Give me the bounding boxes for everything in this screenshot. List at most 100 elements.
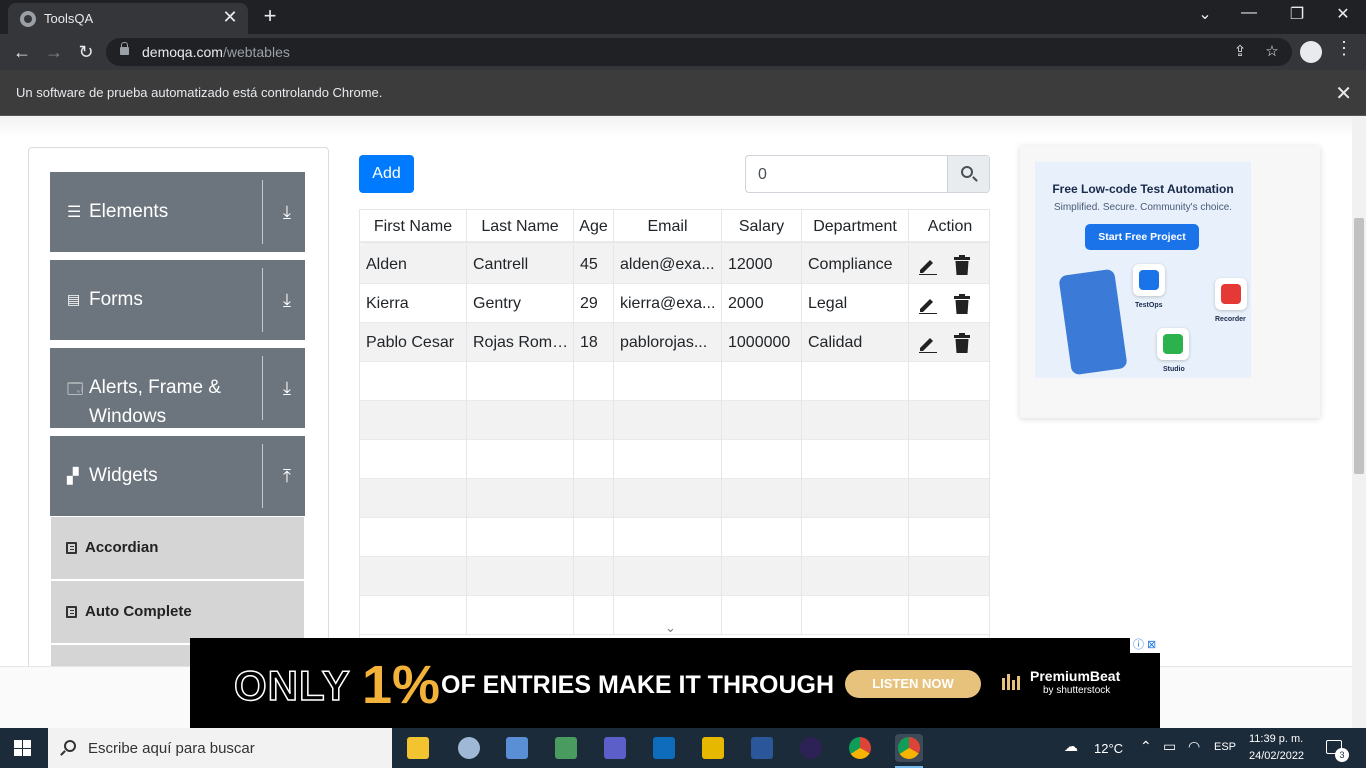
table-cell-last: Gentry: [467, 284, 574, 323]
infobar-close-icon[interactable]: ✕: [1335, 81, 1352, 106]
teams-icon[interactable]: [601, 734, 629, 762]
adchoices-badge[interactable]: ⓘ ⊠: [1130, 638, 1160, 653]
reload-icon[interactable]: ↻: [74, 40, 98, 64]
address-bar[interactable]: demoqa.com/webtables ⇪ ☆: [106, 38, 1292, 66]
edit-pencil-icon[interactable]: [917, 255, 937, 275]
star-icon[interactable]: ☆: [1262, 42, 1282, 60]
table-row: [360, 557, 989, 596]
download-arrow-icon[interactable]: ⤓: [276, 201, 298, 223]
table-cell-first: [360, 596, 467, 635]
paint-app-icon[interactable]: [455, 734, 483, 762]
table-cell-department: Legal: [802, 284, 909, 323]
table-cell-email: [614, 362, 722, 401]
close-ad-icon[interactable]: ⊠: [1147, 638, 1156, 653]
testops-label: TestOps: [1135, 302, 1163, 309]
chrome-active-icon[interactable]: [895, 734, 923, 768]
column-header-email[interactable]: Email: [614, 210, 722, 243]
table-cell-action: [909, 245, 989, 284]
outlook-icon[interactable]: [650, 734, 678, 762]
profile-avatar-icon[interactable]: [1300, 41, 1322, 63]
search-button[interactable]: [947, 156, 989, 192]
download-arrow-icon[interactable]: ⤓: [276, 289, 298, 311]
file-explorer-icon[interactable]: [404, 734, 432, 762]
table-cell-age: [574, 479, 614, 518]
chevron-down-icon: ⌄: [665, 620, 676, 635]
edit-pencil-icon[interactable]: [917, 294, 937, 314]
listen-now-button[interactable]: LISTEN NOW: [845, 670, 981, 698]
windows-start-icon[interactable]: [14, 740, 32, 757]
edit-pencil-icon[interactable]: [917, 333, 937, 353]
weather-cloud-icon[interactable]: ☁: [1064, 738, 1078, 755]
column-header-department[interactable]: Department: [802, 210, 909, 243]
sidebar-group-forms[interactable]: ▤ Forms ⤓: [50, 260, 305, 340]
add-button[interactable]: Add: [359, 155, 414, 193]
group-divider: [262, 268, 263, 332]
menu-dots-icon[interactable]: ⋮: [1334, 38, 1354, 59]
bottom-advertisement[interactable]: ONLY 1% OF ENTRIES MAKE IT THROUGH LISTE…: [190, 638, 1160, 728]
sync-app-icon[interactable]: [699, 734, 727, 762]
column-header-age[interactable]: Age: [574, 210, 614, 243]
table-cell-department: [802, 440, 909, 479]
sidebar-item-auto-complete[interactable]: Auto Complete: [51, 581, 304, 643]
taskbar-search-box[interactable]: Escribe aquí para buscar: [48, 728, 392, 768]
delete-trash-icon[interactable]: [953, 255, 971, 275]
ad-banner[interactable]: Free Low-code Test Automation Simplified…: [1035, 162, 1251, 378]
browser-tab[interactable]: ToolsQA ✕: [8, 3, 248, 34]
column-header-first-name[interactable]: First Name: [360, 210, 467, 243]
table-cell-first: Pablo Cesar: [360, 323, 467, 362]
tab-search-icon[interactable]: ⌄: [1193, 4, 1217, 24]
clock-date[interactable]: 24/02/2022: [1249, 750, 1304, 762]
back-arrow-icon[interactable]: ←: [10, 40, 34, 64]
info-icon[interactable]: ⓘ: [1133, 638, 1144, 653]
search-input[interactable]: 0: [745, 155, 990, 193]
column-header-salary[interactable]: Salary: [722, 210, 802, 243]
browser-toolbar: ← → ↻ demoqa.com/webtables ⇪ ☆ ⋮: [0, 34, 1366, 70]
delete-trash-icon[interactable]: [953, 333, 971, 353]
table-cell-salary: [722, 479, 802, 518]
table-cell-department: Compliance: [802, 245, 909, 284]
group-label-line2: Windows: [89, 406, 167, 427]
table-cell-last: [467, 440, 574, 479]
media-app-icon[interactable]: [552, 734, 580, 762]
forward-arrow-icon[interactable]: →: [42, 40, 66, 64]
page-header-strip: [0, 116, 1352, 138]
table-cell-action: [909, 557, 989, 596]
close-window-button[interactable]: ✕: [1331, 4, 1355, 24]
page-scrollbar[interactable]: [1352, 116, 1366, 728]
table-cell-action: [909, 440, 989, 479]
table-row: Pablo Cesar Rojas Rome... 18 pablorojas... 1…: [360, 323, 989, 362]
eclipse-icon[interactable]: [797, 734, 825, 762]
sidebar-item-accordian[interactable]: Accordian: [51, 517, 304, 579]
column-header-last-name[interactable]: Last Name: [467, 210, 574, 243]
minimize-button[interactable]: —: [1237, 4, 1261, 22]
share-icon[interactable]: ⇪: [1230, 42, 1250, 60]
side-advertisement[interactable]: Free Low-code Test Automation Simplified…: [1020, 146, 1320, 418]
new-tab-button[interactable]: +: [258, 3, 282, 29]
web-table: First Name Last Name Age Email Salary De…: [359, 209, 990, 649]
group-label: Alerts, Frame &: [89, 377, 221, 398]
word-icon[interactable]: [748, 734, 776, 762]
tab-close-icon[interactable]: ✕: [220, 7, 240, 28]
battery-icon[interactable]: ▭: [1163, 738, 1176, 755]
browser-titlebar: ToolsQA ✕ + ⌄ — ❐ ✕: [0, 0, 1366, 34]
sidebar-group-widgets[interactable]: ▞ Widgets ⤒: [50, 436, 305, 516]
download-arrow-icon[interactable]: ⤓: [276, 377, 298, 399]
sidebar-group-elements[interactable]: ☰ Elements ⤓: [50, 172, 305, 252]
ad-start-button[interactable]: Start Free Project: [1085, 224, 1199, 250]
delete-trash-icon[interactable]: [953, 294, 971, 314]
network-app-icon[interactable]: [503, 734, 531, 762]
language-indicator[interactable]: ESP: [1214, 741, 1236, 753]
table-cell-department: [802, 596, 909, 635]
restore-button[interactable]: ❐: [1285, 4, 1309, 24]
table-row: [360, 362, 989, 401]
table-row: Alden Cantrell 45 alden@exa... 12000 Complian…: [360, 245, 989, 284]
clock-time[interactable]: 11:39 p. m.: [1249, 733, 1303, 745]
chevron-up-icon[interactable]: ⌃: [1140, 738, 1152, 755]
wifi-icon[interactable]: ◠: [1188, 738, 1200, 755]
recorder-icon: [1221, 284, 1241, 304]
scrollbar-thumb[interactable]: [1354, 218, 1364, 474]
html5-icon: [66, 542, 77, 554]
sidebar-group-alerts[interactable]: 🗔 Alerts, Frame & Windows ⤓: [50, 348, 305, 428]
upload-arrow-icon[interactable]: ⤒: [276, 465, 298, 487]
chrome-icon[interactable]: [846, 734, 874, 762]
